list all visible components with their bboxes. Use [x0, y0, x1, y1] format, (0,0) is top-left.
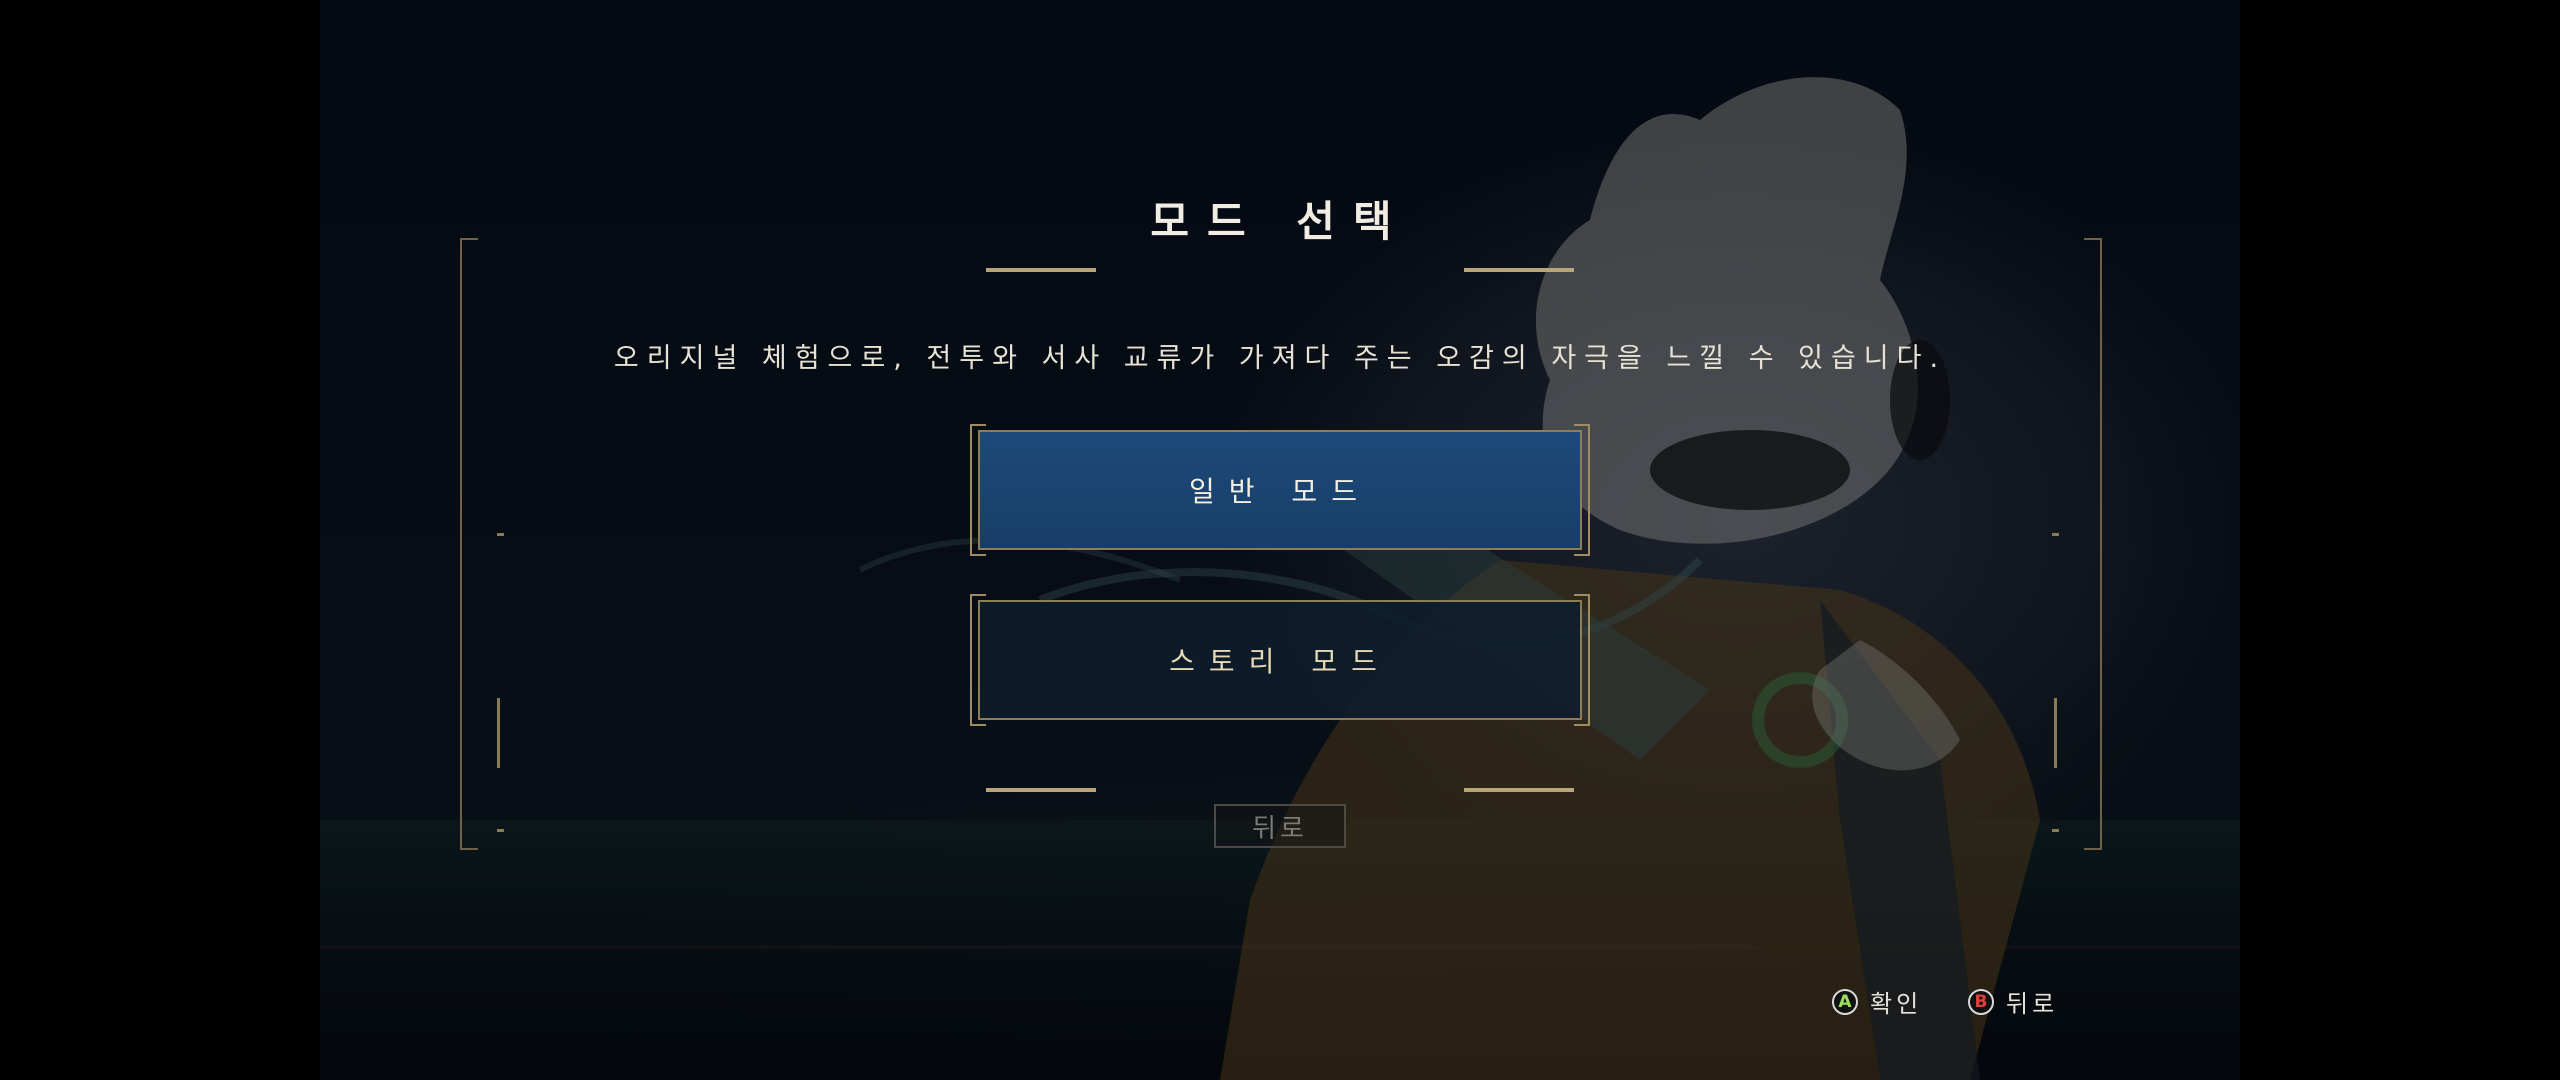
- frame-tick: [497, 698, 500, 768]
- title-rule-left: [986, 268, 1096, 272]
- back-prompt[interactable]: B 뒤로: [1968, 984, 2058, 1019]
- frame-tick: [497, 829, 504, 832]
- b-button-icon: B: [1968, 988, 1994, 1015]
- confirm-prompt[interactable]: A 확인: [1832, 984, 1922, 1019]
- title-rule-right: [1464, 268, 1574, 272]
- button-corner-left: [970, 594, 986, 726]
- back-prompt-label: 뒤로: [2006, 990, 2059, 1018]
- bottom-rule-left: [986, 788, 1096, 792]
- menu-frame-right: [2084, 238, 2102, 850]
- menu-frame-left: [460, 238, 478, 850]
- frame-tick: [2052, 829, 2059, 832]
- button-corner-left: [970, 424, 986, 556]
- story-mode-button[interactable]: 스토리 모드: [970, 594, 1590, 726]
- back-button[interactable]: 뒤로: [1214, 804, 1346, 848]
- story-mode-label: 스토리 모드: [1169, 645, 1391, 678]
- page-title: 모드 선택: [1150, 197, 1410, 246]
- frame-tick: [497, 533, 504, 536]
- normal-mode-button[interactable]: 일반 모드: [970, 424, 1590, 556]
- confirm-prompt-label: 확인: [1870, 990, 1923, 1018]
- button-corner-right: [1574, 424, 1590, 556]
- frame-tick: [2054, 698, 2057, 768]
- bottom-rule-right: [1464, 788, 1574, 792]
- a-button-icon: A: [1832, 988, 1858, 1015]
- mode-description: 오리지널 체험으로, 전투와 서사 교류가 가져다 주는 오감의 자극을 느낄 …: [613, 343, 1947, 374]
- frame-tick: [2052, 533, 2059, 536]
- normal-mode-label: 일반 모드: [1189, 475, 1371, 508]
- button-corner-right: [1574, 594, 1590, 726]
